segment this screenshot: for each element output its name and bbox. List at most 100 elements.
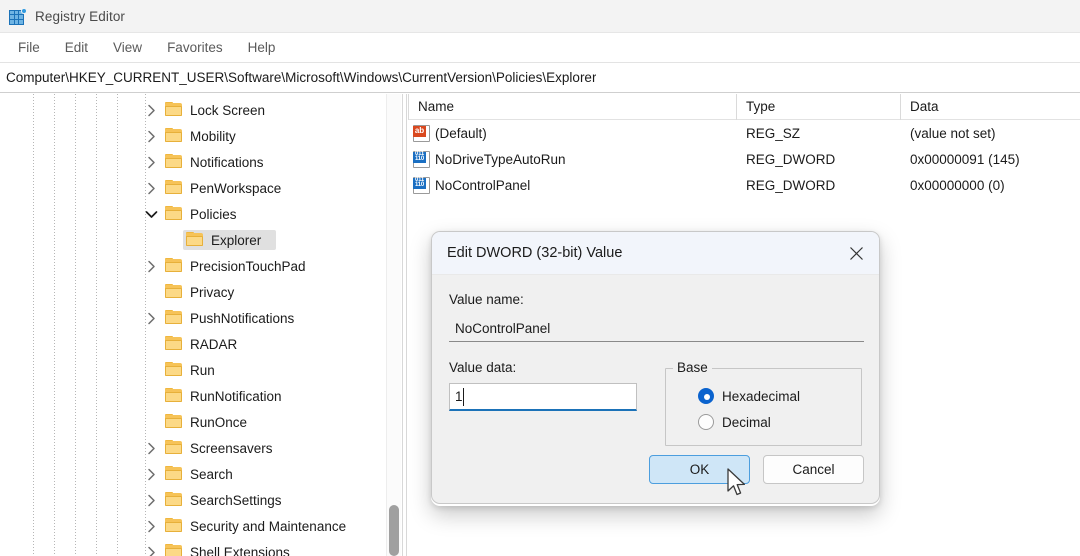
tree-item-run[interactable]: Run xyxy=(0,357,386,383)
folder-icon xyxy=(164,336,184,352)
tree-item-label: Notifications xyxy=(190,155,272,170)
radio-decimal[interactable]: Decimal xyxy=(698,409,851,435)
tree-item-searchsettings[interactable]: SearchSettings xyxy=(0,487,386,513)
chevron-right-icon[interactable] xyxy=(140,149,162,175)
text-caret xyxy=(463,388,464,406)
chevron-right-icon[interactable] xyxy=(140,513,162,539)
folder-icon xyxy=(164,258,184,274)
tree-item-label: RunNotification xyxy=(190,389,290,404)
menu-item-edit[interactable]: Edit xyxy=(54,37,99,58)
folder-icon xyxy=(164,128,184,144)
value-data: (value not set) xyxy=(900,126,1080,141)
chevron-right-icon[interactable] xyxy=(140,305,162,331)
folder-icon xyxy=(164,414,184,430)
folder-icon xyxy=(164,440,184,456)
tree-item-label: Lock Screen xyxy=(190,103,273,118)
value-name: NoControlPanel xyxy=(435,178,530,193)
dialog-buttons: OK Cancel xyxy=(649,455,864,484)
tree-item-label: SearchSettings xyxy=(190,493,290,508)
value-row[interactable]: ab(Default)REG_SZ(value not set) xyxy=(408,120,1080,146)
folder-icon xyxy=(164,154,184,170)
menu-item-file[interactable]: File xyxy=(7,37,51,58)
tree-item-search[interactable]: Search xyxy=(0,461,386,487)
value-name: (Default) xyxy=(435,126,487,141)
tree-item-privacy[interactable]: Privacy xyxy=(0,279,386,305)
registry-tree-pane[interactable]: Lock Screen Mobility Notifications PenWorks… xyxy=(0,94,386,556)
value-row[interactable]: 011110NoDriveTypeAutoRunREG_DWORD0x00000… xyxy=(408,146,1080,172)
address-bar[interactable]: Computer\HKEY_CURRENT_USER\Software\Micr… xyxy=(0,63,1080,93)
column-header-name[interactable]: Name xyxy=(408,94,736,120)
folder-icon xyxy=(164,518,184,534)
chevron-right-icon[interactable] xyxy=(140,253,162,279)
menu-item-view[interactable]: View xyxy=(102,37,153,58)
tree-vertical-scrollbar[interactable] xyxy=(386,94,401,556)
chevron-right-icon[interactable] xyxy=(140,435,162,461)
menu-bar: File Edit View Favorites Help xyxy=(0,33,1080,63)
chevron-down-icon[interactable] xyxy=(140,201,162,227)
folder-icon xyxy=(164,206,184,222)
radio-decimal-indicator[interactable] xyxy=(698,414,714,430)
folder-icon xyxy=(164,466,184,482)
tree-scrollbar-thumb[interactable] xyxy=(389,505,399,556)
tree-item-screensavers[interactable]: Screensavers xyxy=(0,435,386,461)
registry-path: Computer\HKEY_CURRENT_USER\Software\Micr… xyxy=(0,70,596,85)
value-row[interactable]: 011110NoControlPanelREG_DWORD0x00000000 … xyxy=(408,172,1080,198)
tree-item-label: Search xyxy=(190,467,241,482)
tree-item-security-and-maintenance[interactable]: Security and Maintenance xyxy=(0,513,386,539)
value-data: 0x00000000 (0) xyxy=(900,178,1080,193)
value-type: REG_DWORD xyxy=(736,152,900,167)
dialog-body: Value name: Value data: Base Hexadec xyxy=(432,275,879,446)
menu-item-help[interactable]: Help xyxy=(237,37,287,58)
tree-item-label: Shell Extensions xyxy=(190,545,298,556)
folder-icon xyxy=(185,232,205,248)
column-header-data[interactable]: Data xyxy=(900,94,1080,120)
chevron-right-icon[interactable] xyxy=(140,487,162,513)
tree-item-label: PenWorkspace xyxy=(190,181,289,196)
pane-splitter[interactable] xyxy=(402,94,407,556)
tree-item-pushnotifications[interactable]: PushNotifications xyxy=(0,305,386,331)
tree-item-penworkspace[interactable]: PenWorkspace xyxy=(0,175,386,201)
tree-item-precisiontouchpad[interactable]: PrecisionTouchPad xyxy=(0,253,386,279)
tree-item-shell-extensions[interactable]: Shell Extensions xyxy=(0,539,386,556)
folder-icon xyxy=(164,544,184,556)
value-name-input[interactable] xyxy=(449,315,864,342)
tree-item-policies[interactable]: Policies xyxy=(0,201,386,227)
tree-item-explorer[interactable]: Explorer xyxy=(0,227,386,253)
base-legend: Base xyxy=(673,360,712,375)
chevron-right-icon[interactable] xyxy=(140,539,162,556)
radio-hexadecimal-indicator[interactable] xyxy=(698,388,714,404)
tree-item-label: Screensavers xyxy=(190,441,281,456)
tree-stub xyxy=(161,227,183,253)
radio-hexadecimal[interactable]: Hexadecimal xyxy=(698,383,851,409)
tree-item-label: PushNotifications xyxy=(190,311,302,326)
tree-item-runonce[interactable]: RunOnce xyxy=(0,409,386,435)
tree-item-runnotification[interactable]: RunNotification xyxy=(0,383,386,409)
menu-item-favorites[interactable]: Favorites xyxy=(156,37,234,58)
folder-icon xyxy=(164,180,184,196)
chevron-right-icon[interactable] xyxy=(140,123,162,149)
cancel-button[interactable]: Cancel xyxy=(763,455,864,484)
chevron-right-icon[interactable] xyxy=(140,175,162,201)
tree-item-label: RunOnce xyxy=(190,415,255,430)
folder-icon xyxy=(164,284,184,300)
column-header-type[interactable]: Type xyxy=(736,94,900,120)
dword-value-icon: 011110 xyxy=(413,151,430,168)
dialog-title: Edit DWORD (32-bit) Value xyxy=(432,245,622,261)
folder-icon xyxy=(164,310,184,326)
chevron-right-icon[interactable] xyxy=(140,97,162,123)
tree-item-radar[interactable]: RADAR xyxy=(0,331,386,357)
registry-editor-window: Registry Editor File Edit View Favorites… xyxy=(0,0,1080,556)
tree-item-label: Run xyxy=(190,363,223,378)
value-name-label: Value name: xyxy=(449,292,862,307)
value-data-input[interactable] xyxy=(449,383,637,411)
tree-item-mobility[interactable]: Mobility xyxy=(0,123,386,149)
tree-item-label: Explorer xyxy=(211,233,269,248)
tree-item-lock-screen[interactable]: Lock Screen xyxy=(0,97,386,123)
value-type: REG_SZ xyxy=(736,126,900,141)
registry-editor-icon xyxy=(9,8,26,25)
chevron-right-icon[interactable] xyxy=(140,461,162,487)
folder-icon xyxy=(164,492,184,508)
tree-item-notifications[interactable]: Notifications xyxy=(0,149,386,175)
close-icon[interactable] xyxy=(833,232,879,275)
tree-stub xyxy=(140,357,162,383)
